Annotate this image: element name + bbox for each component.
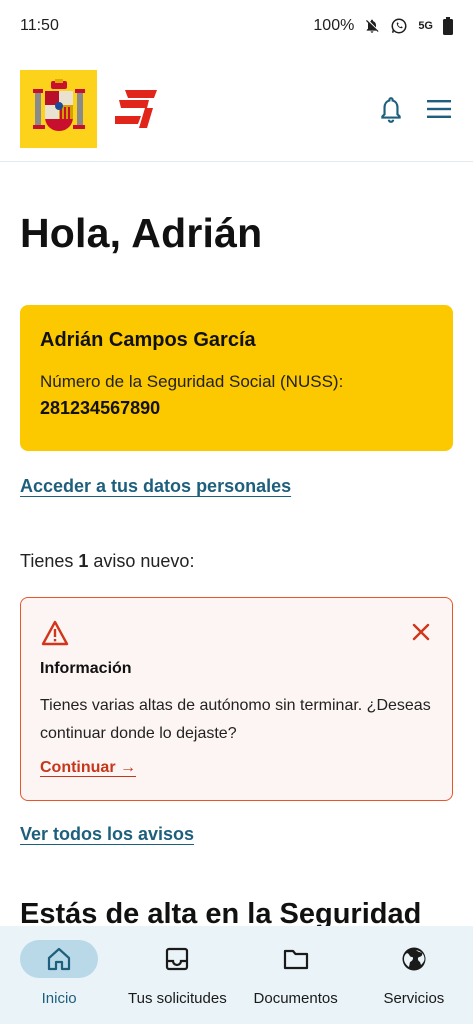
bell-off-icon — [364, 18, 380, 34]
nav-label-servicios: Servicios — [383, 990, 445, 1007]
nav-label-tus-solicitudes: Tus solicitudes — [128, 990, 227, 1007]
folder-icon — [257, 940, 335, 978]
status-time: 11:50 — [20, 17, 59, 34]
nav-label-documentos: Documentos — [253, 990, 338, 1007]
close-icon[interactable] — [411, 622, 431, 642]
notice-count-prefix: Tienes — [20, 551, 79, 571]
battery-icon — [443, 17, 453, 35]
network-type: 5G — [418, 20, 433, 32]
notice-count-text: Tienes 1 aviso nuevo: — [20, 551, 194, 572]
continue-link[interactable]: Continuar → — [40, 759, 136, 777]
notice-count-number: 1 — [78, 551, 89, 571]
nav-label-inicio: Inicio — [41, 990, 77, 1007]
all-notices-link[interactable]: Ver todos los avisos — [20, 824, 194, 845]
personal-data-link[interactable]: Acceder a tus datos personales — [20, 476, 291, 497]
nav-item-documentos[interactable]: Documentos — [237, 926, 355, 1024]
globe-icon — [375, 940, 453, 978]
battery-percent: 100% — [313, 17, 355, 34]
inbox-icon — [138, 940, 216, 978]
nav-item-tus-solicitudes[interactable]: Tus solicitudes — [118, 926, 236, 1024]
seguridad-social-logo[interactable] — [115, 90, 157, 128]
nav-item-servicios[interactable]: Servicios — [355, 926, 473, 1024]
user-name: Adrián Campos García — [40, 329, 256, 351]
nuss-label: Número de la Seguridad Social (NUSS): — [40, 372, 344, 391]
nav-item-inicio[interactable]: Inicio — [0, 926, 118, 1024]
notice-count-suffix: aviso nuevo: — [88, 551, 195, 571]
app-header — [0, 52, 473, 162]
bell-icon[interactable] — [378, 96, 404, 124]
status-bar: 11:50 100% 5G — [0, 0, 473, 52]
alert-card: Información Tienes varias altas de autón… — [20, 597, 453, 801]
status-icons: 100% 5G — [313, 17, 453, 35]
page-title: Hola, Adrián — [20, 210, 263, 256]
user-card: Adrián Campos García Número de la Seguri… — [20, 305, 453, 451]
hamburger-menu-icon[interactable] — [427, 99, 451, 119]
alert-title: Información — [40, 660, 132, 677]
coat-of-arms-logo[interactable] — [20, 70, 97, 148]
nuss-value: 281234567890 — [40, 398, 161, 418]
whatsapp-icon — [390, 17, 408, 35]
bottom-nav: Inicio Tus solicitudes Documentos Servic… — [0, 926, 473, 1024]
warning-icon — [41, 620, 69, 651]
alert-text: Tienes varias altas de autónomo sin term… — [40, 697, 431, 742]
home-icon — [20, 940, 99, 978]
